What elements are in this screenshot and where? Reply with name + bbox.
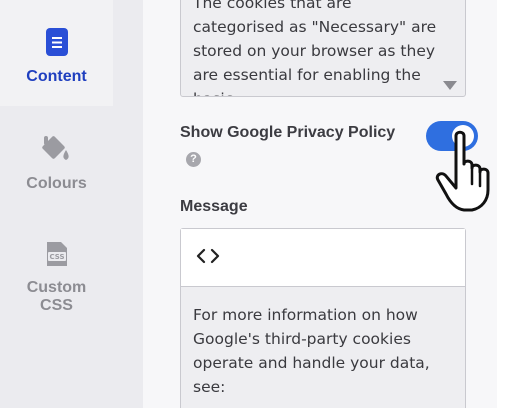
code-icon — [195, 247, 221, 270]
google-privacy-toggle-label: Show Google Privacy Policy — [180, 124, 396, 141]
message-editor[interactable]: For more information on how Google's thi… — [180, 228, 466, 408]
dropdown-arrow-icon[interactable] — [443, 81, 457, 90]
code-view-button[interactable] — [193, 246, 223, 270]
sidebar-item-label: Colours — [26, 175, 87, 192]
textarea-text: The cookies that are categorised as "Nec… — [193, 0, 437, 96]
sidebar-item-label: Content — [26, 68, 87, 85]
document-icon — [45, 27, 69, 62]
sidebar-item-label: Custom CSS — [26, 279, 87, 314]
svg-text:CSS: CSS — [49, 253, 64, 261]
paint-bucket-icon — [41, 130, 73, 169]
cookie-description-textarea[interactable]: The cookies that are categorised as "Nec… — [180, 0, 466, 97]
hand-pointer-cursor-icon — [434, 130, 504, 214]
app-root: Content Colours CSS Custom CSS The cooki… — [0, 0, 521, 408]
help-icon[interactable]: ? — [186, 152, 201, 167]
editor-body[interactable]: For more information on how Google's thi… — [181, 287, 465, 408]
message-text: For more information on how Google's thi… — [193, 306, 430, 396]
sidebar-item-colours[interactable]: Colours — [0, 130, 113, 193]
message-label: Message — [180, 198, 248, 215]
sidebar-item-content[interactable]: Content — [0, 0, 113, 106]
editor-toolbar — [181, 229, 465, 287]
sidebar-item-custom-css[interactable]: CSS Custom CSS — [0, 240, 113, 315]
sidebar: Content Colours CSS Custom CSS — [0, 0, 143, 408]
css-file-icon: CSS — [45, 240, 69, 273]
